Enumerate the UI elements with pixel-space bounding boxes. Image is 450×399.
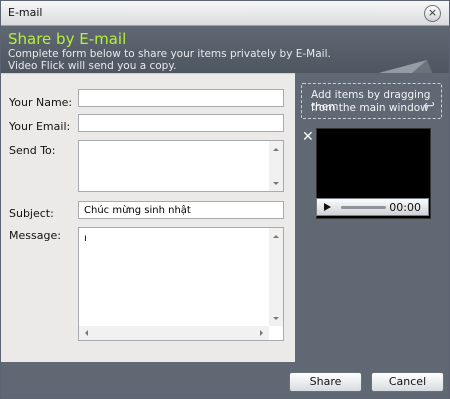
- time-display: 00:00: [389, 201, 421, 214]
- dialog-heading: Share by E-mail: [8, 30, 127, 48]
- drop-zone-text-line2: from the main window: [311, 102, 429, 114]
- dialog-description-line1: Complete form below to share your items …: [8, 48, 331, 60]
- subject-field[interactable]: [78, 201, 284, 219]
- message-label: Message:: [9, 229, 61, 242]
- scroll-right-icon[interactable]: [260, 330, 263, 336]
- name-label: Your Name:: [9, 96, 73, 109]
- form-panel: Your Name: Your Email: Send To: Subject:…: [1, 73, 295, 363]
- scroll-down-icon[interactable]: [273, 317, 279, 320]
- subject-label: Subject:: [9, 207, 54, 220]
- dialog-footer: Share Cancel: [1, 362, 449, 398]
- message-value: ı: [84, 233, 87, 244]
- send-to-label: Send To:: [9, 144, 56, 157]
- email-dialog: E-mail × Share by E-mail Complete form b…: [0, 0, 450, 399]
- scroll-up-icon[interactable]: [273, 148, 279, 151]
- play-icon[interactable]: [324, 203, 331, 211]
- title-bar[interactable]: E-mail ×: [1, 1, 449, 26]
- send-to-field[interactable]: [78, 140, 284, 192]
- email-label: Your Email:: [9, 120, 71, 133]
- cancel-button[interactable]: Cancel: [371, 372, 444, 392]
- share-button[interactable]: Share: [289, 372, 362, 392]
- window-title: E-mail: [8, 6, 43, 19]
- send-to-scrollbar[interactable]: [269, 141, 283, 191]
- message-field[interactable]: ı: [78, 227, 284, 341]
- dialog-header: Share by E-mail Complete form below to s…: [1, 26, 449, 94]
- video-controls: 00:00: [316, 198, 429, 216]
- remove-icon[interactable]: ✕: [302, 129, 314, 145]
- message-vscrollbar[interactable]: [269, 228, 283, 326]
- message-hscrollbar[interactable]: [79, 326, 269, 340]
- scroll-left-icon[interactable]: [85, 330, 88, 336]
- email-field[interactable]: [78, 114, 284, 132]
- name-field[interactable]: [78, 89, 284, 107]
- scroll-down-icon[interactable]: [273, 182, 279, 185]
- drop-zone[interactable]: Add items by dragging them from the main…: [301, 83, 442, 119]
- seek-bar[interactable]: [341, 206, 386, 209]
- close-icon[interactable]: ×: [424, 5, 441, 22]
- scroll-up-icon[interactable]: [273, 235, 279, 238]
- return-arrow-icon: ↩: [423, 98, 435, 114]
- attachment-panel: Add items by dragging them from the main…: [296, 73, 449, 362]
- dialog-description-line2: Video Flick will send you a copy.: [8, 60, 177, 72]
